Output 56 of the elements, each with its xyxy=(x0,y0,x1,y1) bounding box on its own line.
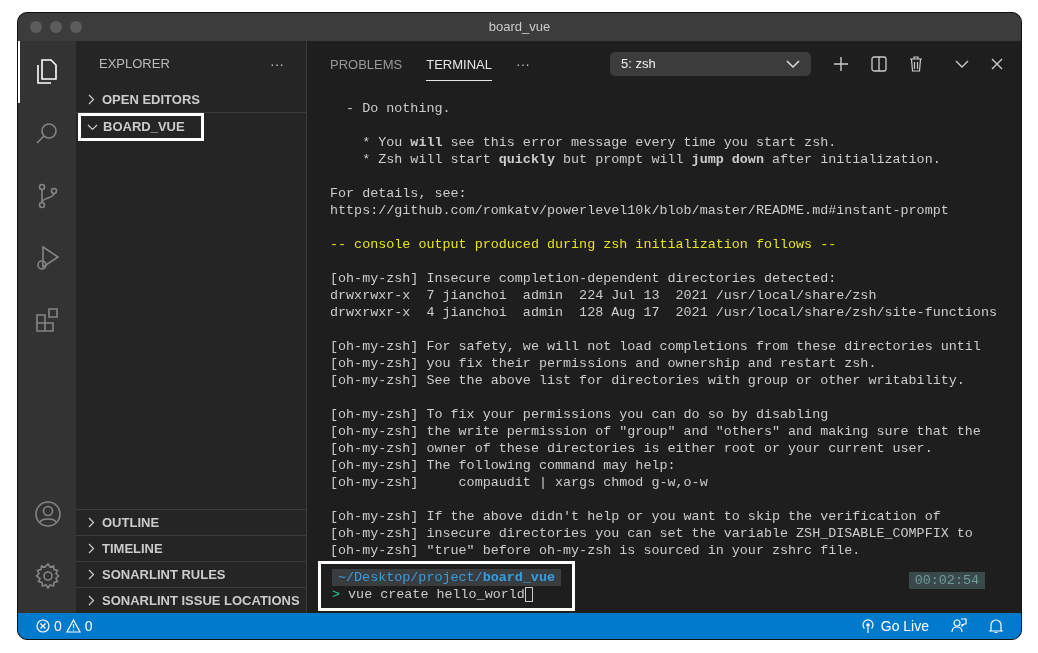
elapsed-time: 00:02:54 xyxy=(908,572,985,589)
terminal-line: [oh-my-zsh] insecure directories you can set the variable ZSH_DISABLE_COMPFIX to xyxy=(330,525,973,542)
terminal-line: [oh-my-zsh] compaudit | xargs chmod g-w,o-w xyxy=(330,474,708,491)
problems-status[interactable]: 0 0 xyxy=(36,615,93,637)
more-actions-button[interactable]: ··· xyxy=(516,53,530,75)
chevron-down-icon[interactable] xyxy=(955,59,969,69)
chevron-down-icon xyxy=(786,59,800,69)
command-line: > vue create hello_world xyxy=(332,586,525,603)
terminal-line: * Zsh will start quickly but prompt will jump down after initialization. xyxy=(361,151,941,168)
sidebar-section[interactable]: SONARLINT RULES xyxy=(76,564,226,585)
prompt-path: ~/Desktop/project/board_vue xyxy=(332,569,561,586)
window-title: board_vue xyxy=(488,18,551,37)
sidebar-section[interactable]: SONARLINT ISSUE LOCATIONS xyxy=(76,590,300,611)
go-live-button[interactable]: Go Live xyxy=(860,615,929,637)
account-icon[interactable] xyxy=(33,499,63,529)
close-icon[interactable] xyxy=(991,58,1003,70)
sidebar-section[interactable]: TIMELINE xyxy=(76,538,163,559)
sidebar-section[interactable]: OUTLINE xyxy=(76,512,160,533)
warning-icon xyxy=(65,619,81,633)
panel-tab[interactable]: PROBLEMS xyxy=(330,46,403,82)
terminal-line: * You will see this error message every time you start zsh. xyxy=(361,134,837,151)
chevron-right-icon xyxy=(86,569,97,580)
chevron-right-icon xyxy=(86,517,97,528)
terminal-line: [oh-my-zsh] For safety, we will not load completions from these directories until xyxy=(330,338,981,355)
terminal-line: [oh-my-zsh] you fix their permissions and ownership and restart zsh. xyxy=(330,355,877,372)
sidebar-section[interactable]: OPEN EDITORS xyxy=(76,89,200,110)
panel-tab[interactable]: TERMINAL xyxy=(426,46,492,82)
terminal-select[interactable]: 5: zsh xyxy=(610,52,811,76)
sidebar-title: EXPLORER xyxy=(99,55,170,74)
terminal-line: [oh-my-zsh] "true" before oh-my-zsh is sourced in your zshrc file. xyxy=(330,542,861,559)
more-actions-button[interactable]: ··· xyxy=(270,53,284,75)
terminal-line: [oh-my-zsh] Insecure completion-dependent directories detected: xyxy=(330,270,837,287)
terminal-line: [oh-my-zsh] If the above didn't help or you want to skip the verification of xyxy=(330,508,941,525)
broadcast-icon xyxy=(860,618,875,634)
terminal-line: [oh-my-zsh] To fix your permissions you can do so by disabling xyxy=(330,406,829,423)
terminal-line: [oh-my-zsh] the write permission of "group" and "others" and making sure that the xyxy=(330,423,981,440)
plus-icon[interactable] xyxy=(833,56,849,72)
terminal-line: [oh-my-zsh] The following command may help: xyxy=(330,457,676,474)
error-icon xyxy=(36,619,50,633)
terminal-line: - Do nothing. xyxy=(345,100,451,117)
cursor xyxy=(524,587,533,602)
terminal-line: For details, see: xyxy=(330,185,467,202)
trash-icon[interactable] xyxy=(909,56,923,72)
feedback-icon[interactable] xyxy=(951,618,967,634)
chevron-right-icon xyxy=(86,543,97,554)
split-icon[interactable] xyxy=(871,56,887,72)
terminal-line: drwxrwxr-x 4 jianchoi admin 128 Aug 17 2021 /usr/local/share/zsh/site-functions xyxy=(330,304,997,321)
sidebar-section[interactable]: BOARD_VUE xyxy=(78,113,204,141)
terminal-line: [oh-my-zsh] owner of these directories is either root or your current user. xyxy=(330,440,933,457)
bell-icon[interactable] xyxy=(989,618,1003,634)
chevron-right-icon xyxy=(86,94,97,105)
terminal-notice: -- console output produced during zsh initialization follows -- xyxy=(330,236,837,253)
chevron-right-icon xyxy=(86,595,97,606)
terminal-line: [oh-my-zsh] See the above list for directories with group or other writability. xyxy=(330,372,965,389)
terminal-line: drwxrwxr-x 7 jianchoi admin 224 Jul 13 2021 /usr/local/share/zsh xyxy=(330,287,877,304)
terminal-line: https://github.com/romkatv/powerlevel10k/blob/master/README.md#instant-prompt xyxy=(330,202,949,219)
